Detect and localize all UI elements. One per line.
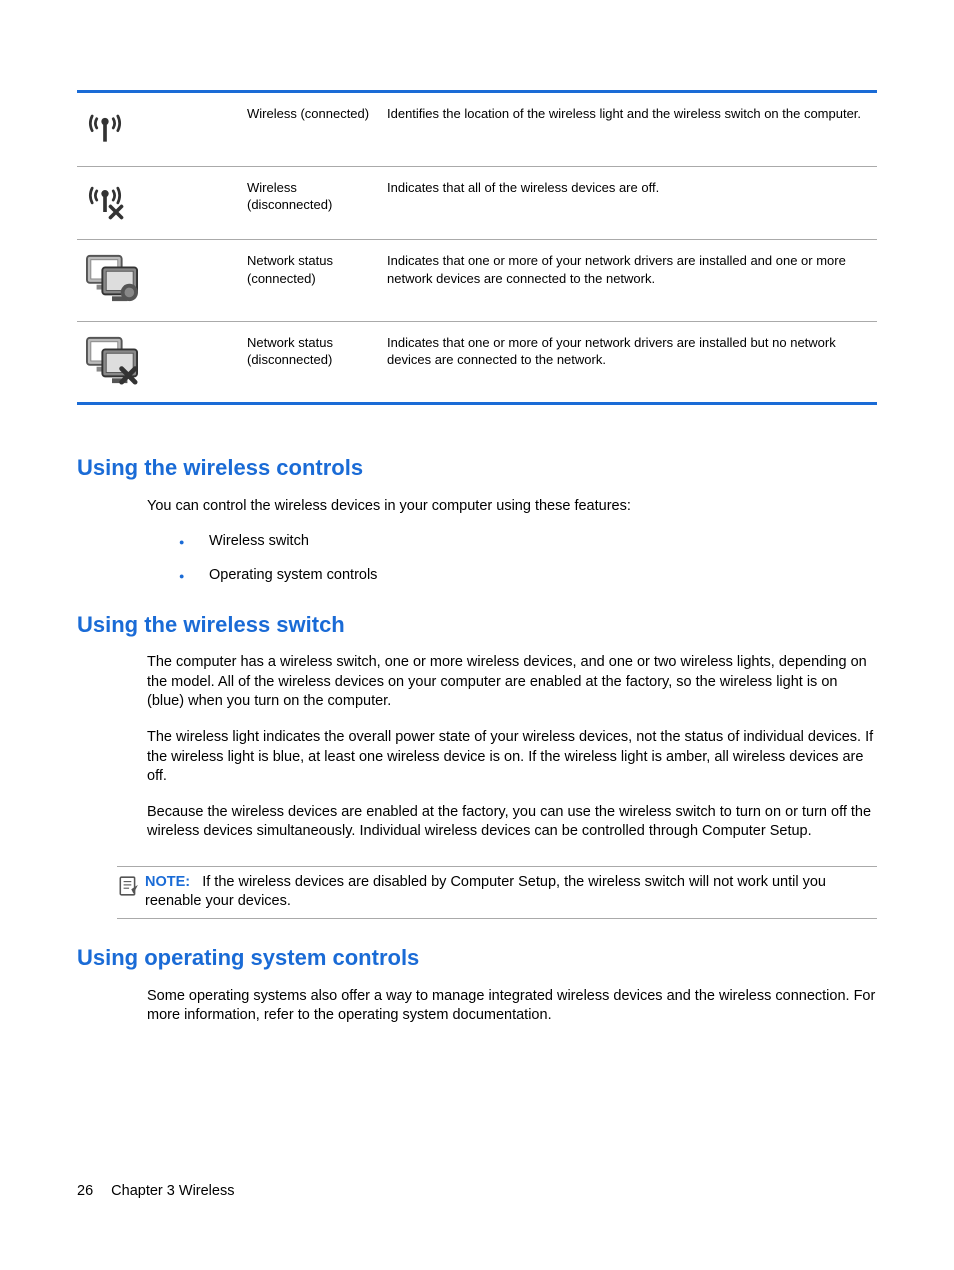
table-row: Network status (disconnected) Indicates … bbox=[77, 321, 877, 403]
row-label: Network status (disconnected) bbox=[247, 334, 387, 391]
table-row: Wireless (connected) Identifies the loca… bbox=[77, 93, 877, 166]
page-footer: 26 Chapter 3 Wireless bbox=[77, 1182, 234, 1202]
chapter-label: Chapter 3 Wireless bbox=[111, 1183, 234, 1199]
row-label: Wireless (disconnected) bbox=[247, 179, 387, 228]
paragraph: Because the wireless devices are enabled… bbox=[147, 803, 877, 842]
page-number: 26 bbox=[77, 1183, 93, 1199]
network-connected-icon bbox=[83, 252, 141, 304]
row-label: Network status (connected) bbox=[247, 252, 387, 309]
note-label: NOTE: bbox=[145, 874, 190, 890]
note-icon bbox=[117, 875, 139, 897]
table-row: Wireless (disconnected) Indicates that a… bbox=[77, 166, 877, 240]
list-item: Operating system controls bbox=[179, 566, 877, 586]
row-label: Wireless (connected) bbox=[247, 105, 387, 154]
wireless-connected-icon bbox=[83, 105, 127, 149]
list-item: Wireless switch bbox=[179, 532, 877, 552]
note-block: NOTE: If the wireless devices are disabl… bbox=[117, 866, 877, 919]
heading-wireless-controls: Using the wireless controls bbox=[77, 453, 877, 483]
paragraph: The wireless light indicates the overall… bbox=[147, 728, 877, 787]
row-desc: Indicates that all of the wireless devic… bbox=[387, 179, 877, 228]
heading-os-controls: Using operating system controls bbox=[77, 943, 877, 973]
note-text: NOTE: If the wireless devices are disabl… bbox=[145, 873, 877, 912]
heading-wireless-switch: Using the wireless switch bbox=[77, 610, 877, 640]
icon-table: Wireless (connected) Identifies the loca… bbox=[77, 90, 877, 405]
row-desc: Indicates that one or more of your netwo… bbox=[387, 334, 877, 391]
paragraph: The computer has a wireless switch, one … bbox=[147, 653, 877, 712]
paragraph: Some operating systems also offer a way … bbox=[147, 987, 877, 1026]
bullet-list: Wireless switch Operating system control… bbox=[147, 532, 877, 585]
intro-text: You can control the wireless devices in … bbox=[147, 497, 877, 517]
table-row: Network status (connected) Indicates tha… bbox=[77, 239, 877, 321]
row-desc: Indicates that one or more of your netwo… bbox=[387, 252, 877, 309]
row-desc: Identifies the location of the wireless … bbox=[387, 105, 877, 154]
wireless-disconnected-icon bbox=[83, 179, 127, 223]
network-disconnected-icon bbox=[83, 334, 141, 386]
note-body: If the wireless devices are disabled by … bbox=[145, 874, 826, 910]
